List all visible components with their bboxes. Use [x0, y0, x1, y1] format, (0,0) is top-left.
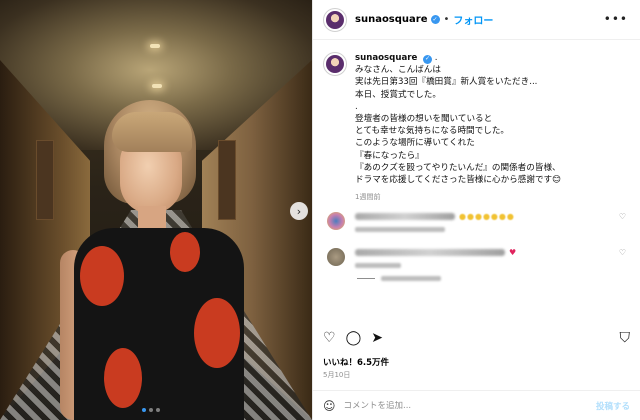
- share-icon[interactable]: ➤: [371, 331, 383, 345]
- caption-line: 本日、授賞式でした。: [355, 89, 441, 100]
- comment-avatar[interactable]: [327, 212, 345, 231]
- caption-line: とても幸せな気持ちになる時間でした。: [355, 126, 510, 137]
- view-replies[interactable]: [357, 276, 630, 282]
- add-comment-bar: ☺ 投稿する: [313, 390, 640, 420]
- header-separator: •: [443, 14, 450, 25]
- comment-meta: [355, 263, 401, 269]
- post-panel: sunaosquare ✓ • フォロー ••• sunaosquare ✓ .…: [312, 0, 640, 420]
- comment-icon[interactable]: ◯: [346, 331, 362, 345]
- caption-line: 登壇者の皆様の想いを聞いていると: [355, 114, 493, 125]
- comment-blurred-text: [355, 249, 505, 257]
- comment-meta: [355, 227, 445, 233]
- photo-bangs: [112, 112, 192, 152]
- photo-dress: [74, 228, 244, 420]
- caption-username[interactable]: sunaosquare: [355, 53, 417, 63]
- carousel-dot: [149, 408, 153, 412]
- caption-line: 実は先日第33回『橋田賞』新人賞をいただき...: [355, 77, 538, 88]
- caption-line: 『春になったら』: [355, 150, 424, 161]
- caption-line: 『あのクズを殴ってやりたいんだ』の関係者の皆様、: [355, 162, 561, 173]
- ceiling-light: [150, 44, 160, 48]
- heart-icon[interactable]: ♡: [619, 212, 626, 232]
- caption-suffix: .: [434, 53, 438, 63]
- carousel-dots: [142, 408, 160, 412]
- carousel-dot: [142, 408, 146, 412]
- post-header: sunaosquare ✓ • フォロー •••: [313, 0, 640, 40]
- caption-line: ドラマを応援してくださった皆様に心から感謝です😊: [355, 175, 562, 186]
- likes-count[interactable]: いいね！6.5万件: [323, 356, 389, 368]
- caption-line: .: [355, 101, 358, 112]
- comment-body: ●●●●●●●: [355, 212, 585, 233]
- photo-door: [36, 140, 54, 220]
- comment-body: ♥: [355, 248, 585, 269]
- post-button[interactable]: 投稿する: [596, 400, 630, 412]
- bookmark-icon[interactable]: ⛉: [620, 331, 631, 345]
- replies-blurred-text: [381, 276, 441, 282]
- avatar[interactable]: [323, 7, 347, 32]
- caption-row: sunaosquare ✓ . みなさん、こんばんは 実は先日第33回『橋田賞』…: [323, 52, 630, 186]
- verified-badge-icon: ✓: [430, 15, 440, 24]
- heart-icon[interactable]: ♡: [619, 248, 626, 268]
- comment-blurred-text: [355, 213, 455, 221]
- action-bar: ♡ ◯ ➤ ⛉: [323, 328, 630, 348]
- follow-button[interactable]: フォロー: [453, 12, 493, 27]
- emoji-icon[interactable]: ☺: [323, 399, 336, 413]
- heart-icon[interactable]: ♡: [323, 331, 336, 345]
- heart-icon: ♥: [509, 248, 517, 258]
- post-photo[interactable]: ›: [0, 0, 312, 420]
- comment-avatar[interactable]: [327, 248, 345, 267]
- caption-avatar[interactable]: [323, 52, 347, 76]
- post-date: 5月10日: [323, 371, 351, 379]
- caption-text: sunaosquare ✓ . みなさん、こんばんは 実は先日第33回『橋田賞』…: [355, 52, 561, 186]
- caption-time: 1週間前: [355, 193, 381, 202]
- more-horizontal-icon[interactable]: •••: [604, 12, 628, 26]
- carousel-dot: [156, 408, 160, 412]
- chevron-right-icon[interactable]: ›: [290, 202, 308, 220]
- list-item: ●●●●●●● ♡: [327, 212, 630, 233]
- comment-emoji: ●●●●●●●: [459, 212, 515, 222]
- divider: [357, 278, 375, 280]
- header-username[interactable]: sunaosquare: [355, 14, 428, 25]
- list-item: ♥ ♡: [327, 248, 630, 269]
- caption-line: このような場所に導いてくれた: [355, 138, 475, 149]
- caption-line: みなさん、こんばんは: [355, 65, 441, 76]
- caption-area: sunaosquare ✓ . みなさん、こんばんは 実は先日第33回『橋田賞』…: [313, 40, 640, 330]
- ceiling-light: [152, 84, 162, 88]
- verified-badge-icon: ✓: [423, 54, 433, 64]
- comment-input[interactable]: [343, 400, 596, 411]
- photo-person: [60, 100, 250, 420]
